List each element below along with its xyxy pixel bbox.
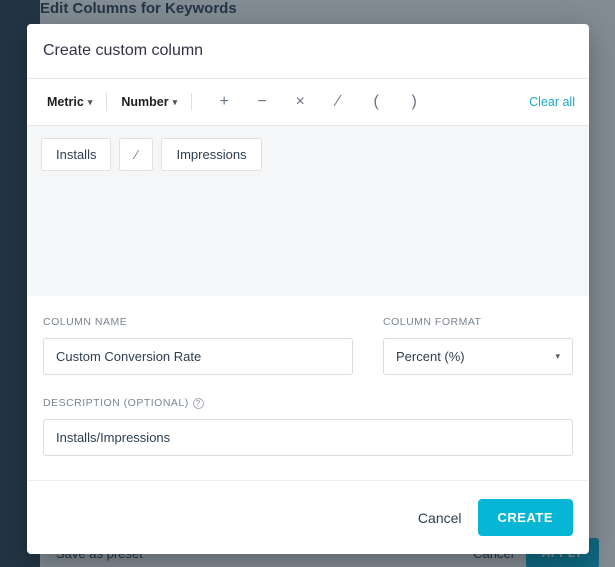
divide-operator[interactable]: ⁄ — [328, 92, 348, 112]
minus-operator[interactable]: − — [252, 92, 272, 112]
description-input[interactable] — [43, 419, 573, 456]
column-format-label: COLUMN FORMAT — [383, 316, 573, 328]
lparen-operator[interactable]: ( — [366, 92, 386, 112]
form-row-top: COLUMN NAME COLUMN FORMAT Percent (%) ▾ — [43, 316, 573, 375]
toolbar-separator — [191, 93, 192, 111]
info-icon[interactable]: ? — [193, 398, 204, 409]
formula-toolbar: Metric ▾ Number ▾ + − × ⁄ ( ) Clear all — [27, 79, 589, 126]
formula-canvas[interactable]: Installs ⁄ Impressions — [27, 126, 589, 296]
description-label: DESCRIPTION (OPTIONAL) ? — [43, 397, 573, 409]
column-format-value: Percent (%) — [396, 349, 465, 364]
number-dropdown[interactable]: Number ▾ — [115, 91, 183, 113]
column-format-select[interactable]: Percent (%) ▾ — [383, 338, 573, 375]
create-button[interactable]: CREATE — [478, 499, 573, 536]
rparen-operator[interactable]: ) — [404, 92, 424, 112]
create-column-modal: Create custom column Metric ▾ Number ▾ +… — [27, 24, 589, 554]
column-format-group: COLUMN FORMAT Percent (%) ▾ — [383, 316, 573, 375]
description-group: DESCRIPTION (OPTIONAL) ? — [43, 397, 573, 456]
column-name-label: COLUMN NAME — [43, 316, 353, 328]
metric-dropdown-label: Metric — [47, 95, 84, 109]
formula-chip-divide[interactable]: ⁄ — [119, 138, 153, 171]
times-operator[interactable]: × — [290, 92, 310, 112]
form-area: COLUMN NAME COLUMN FORMAT Percent (%) ▾ … — [27, 296, 589, 481]
column-name-group: COLUMN NAME — [43, 316, 353, 375]
chevron-down-icon: ▾ — [173, 97, 178, 108]
toolbar-separator — [106, 93, 107, 111]
plus-operator[interactable]: + — [214, 92, 234, 112]
column-name-input[interactable] — [43, 338, 353, 375]
chevron-down-icon: ▾ — [555, 351, 560, 362]
chevron-down-icon: ▾ — [88, 97, 93, 108]
clear-all-link[interactable]: Clear all — [529, 95, 575, 109]
modal-title: Create custom column — [43, 42, 573, 60]
formula-chip-installs[interactable]: Installs — [41, 138, 111, 171]
number-dropdown-label: Number — [121, 95, 168, 109]
cancel-button[interactable]: Cancel — [418, 510, 462, 526]
formula-chip-impressions[interactable]: Impressions — [161, 138, 261, 171]
metric-dropdown[interactable]: Metric ▾ — [41, 91, 98, 113]
operator-buttons: + − × ⁄ ( ) — [214, 92, 424, 112]
modal-footer: Cancel CREATE — [27, 481, 589, 554]
description-label-text: DESCRIPTION (OPTIONAL) — [43, 397, 189, 409]
app-backdrop: Edit Columns for Keywords Save as preset… — [0, 0, 615, 567]
modal-header: Create custom column — [27, 24, 589, 79]
